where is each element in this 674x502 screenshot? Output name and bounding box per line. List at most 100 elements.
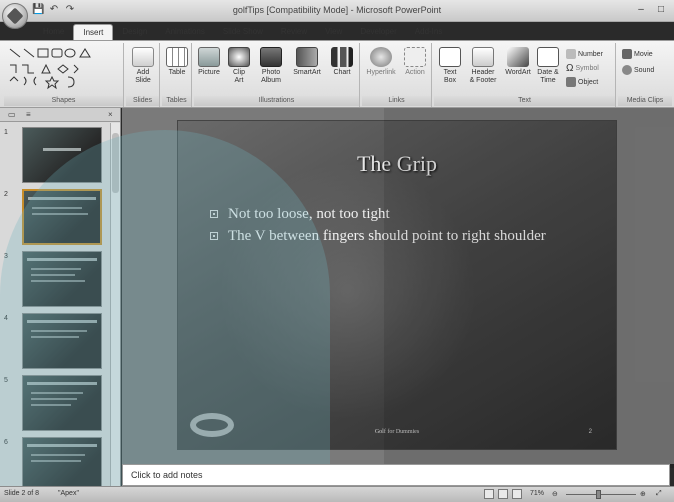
clip-art-button[interactable]: Clip Art bbox=[226, 47, 252, 85]
title-bar: 💾 ↶ ↷ golfTips [Compatibility Mode] - Mi… bbox=[0, 0, 674, 22]
add-slide-button[interactable]: Add Slide bbox=[128, 47, 158, 85]
slide-number: 2 bbox=[588, 429, 592, 435]
slide-thumb[interactable]: 1 bbox=[0, 127, 115, 185]
normal-view-button[interactable] bbox=[484, 489, 494, 499]
fit-slide-icon[interactable]: ⤢ bbox=[656, 490, 662, 498]
group-text-label: Text bbox=[434, 96, 615, 106]
slide-sorter-view-button[interactable] bbox=[498, 489, 508, 499]
picture-button[interactable]: Picture bbox=[196, 47, 222, 77]
tab-animations[interactable]: Animations bbox=[156, 24, 214, 40]
slide-thumb-selected[interactable]: 2 bbox=[0, 189, 115, 247]
theme-name-text: "Apex" bbox=[58, 490, 79, 497]
clip-art-icon bbox=[228, 47, 250, 67]
group-tables-label: Tables bbox=[162, 96, 191, 106]
chart-button[interactable]: Chart bbox=[328, 47, 356, 77]
group-shapes: Shapes bbox=[4, 43, 124, 107]
symbol-button[interactable]: Ω Symbol bbox=[566, 63, 599, 74]
tab-home[interactable]: Home bbox=[34, 24, 73, 40]
sound-icon bbox=[622, 65, 632, 75]
date-time-button[interactable]: Date & Time bbox=[534, 47, 562, 85]
slide-thumb[interactable]: 5 bbox=[0, 375, 115, 433]
tab-view[interactable]: View bbox=[316, 24, 351, 40]
window-controls: – □ bbox=[632, 3, 670, 17]
slide-position-text: Slide 2 of 8 bbox=[4, 490, 40, 497]
movie-button[interactable]: Movie bbox=[622, 49, 653, 59]
zoom-slider[interactable] bbox=[566, 490, 636, 499]
slides-pane-scrollbar[interactable] bbox=[110, 123, 120, 486]
group-media-clips: Movie Sound Media Clips bbox=[618, 43, 672, 107]
slides-pane-tabs: ▭ ≡ × bbox=[0, 108, 120, 122]
slide-show-view-button[interactable] bbox=[512, 489, 522, 499]
slides-tab-icon[interactable]: ▭ bbox=[8, 110, 16, 119]
bullet-icon bbox=[210, 232, 218, 240]
slide-thumbnails: 1 2 3 4 5 6 bbox=[0, 123, 121, 486]
photo-album-button[interactable]: Photo Album bbox=[256, 47, 286, 85]
bullet-icon bbox=[210, 210, 218, 218]
zoom-out-icon[interactable]: ⊖ bbox=[552, 490, 558, 498]
slide-footer: Golf for Dummies bbox=[374, 429, 420, 435]
omega-icon: Ω bbox=[566, 63, 574, 74]
object-button[interactable]: Object bbox=[566, 77, 598, 87]
ribbon: Shapes Add Slide Slides Table Tables Pic… bbox=[0, 40, 674, 108]
group-links-label: Links bbox=[362, 96, 431, 106]
office-button[interactable] bbox=[2, 3, 28, 29]
action-icon bbox=[404, 47, 426, 67]
add-slide-icon bbox=[132, 47, 154, 67]
sound-button[interactable]: Sound bbox=[622, 65, 654, 75]
slide-bullets[interactable]: Not too loose, not too tight The V betwe… bbox=[208, 205, 598, 249]
wordart-button[interactable]: WordArt bbox=[502, 47, 534, 77]
tab-add-ins[interactable]: Add-Ins bbox=[406, 24, 452, 40]
hyperlink-icon bbox=[370, 47, 392, 67]
table-button[interactable]: Table bbox=[164, 47, 190, 77]
outline-tab-icon[interactable]: ≡ bbox=[26, 110, 31, 119]
tab-insert[interactable]: Insert bbox=[73, 24, 114, 40]
action-button[interactable]: Action bbox=[400, 47, 430, 77]
slide-thumb[interactable]: 3 bbox=[0, 251, 115, 309]
zoom-in-icon[interactable]: ⊕ bbox=[640, 490, 646, 498]
hyperlink-button[interactable]: Hyperlink bbox=[364, 47, 398, 77]
notes-pane[interactable]: Click to add notes bbox=[122, 464, 670, 486]
group-tables: Table Tables bbox=[162, 43, 192, 107]
bullet-item: The V between fingers should point to ri… bbox=[208, 227, 598, 245]
status-bar: Slide 2 of 8 "Apex" 71% ⊖ ⊕ ⤢ bbox=[0, 486, 674, 502]
ribbon-tabs: Home Insert Design Animations Slide Show… bbox=[34, 24, 451, 40]
group-illustrations: Picture Clip Art Photo Album SmartArt Ch… bbox=[194, 43, 360, 107]
number-icon bbox=[566, 49, 576, 59]
bullet-item: Not too loose, not too tight bbox=[208, 205, 598, 223]
slide-thumb[interactable]: 4 bbox=[0, 313, 115, 371]
tab-slide-show[interactable]: Slide Show bbox=[214, 24, 272, 40]
close-pane-icon[interactable]: × bbox=[108, 110, 113, 119]
tab-developer[interactable]: Developer bbox=[351, 24, 405, 40]
tab-design[interactable]: Design bbox=[113, 24, 156, 40]
calendar-icon bbox=[537, 47, 559, 67]
group-illustrations-label: Illustrations bbox=[194, 96, 359, 106]
object-icon bbox=[566, 77, 576, 87]
number-button[interactable]: Number bbox=[566, 49, 603, 59]
group-shapes-label: Shapes bbox=[4, 96, 123, 106]
slides-pane: ▭ ≡ × 1 2 3 4 5 6 bbox=[0, 108, 121, 486]
slide-title[interactable]: The Grip bbox=[178, 151, 616, 177]
shapes-gallery-icon[interactable] bbox=[8, 47, 120, 93]
group-media-label: Media Clips bbox=[618, 96, 672, 106]
window-title: golfTips [Compatibility Mode] - Microsof… bbox=[232, 5, 442, 15]
smartart-button[interactable]: SmartArt bbox=[290, 47, 324, 77]
slide-thumb[interactable]: 6 bbox=[0, 437, 115, 486]
text-box-button[interactable]: Text Box bbox=[436, 47, 464, 85]
group-slides-label: Slides bbox=[126, 96, 159, 106]
group-slides: Add Slide Slides bbox=[126, 43, 160, 107]
header-footer-button[interactable]: Header & Footer bbox=[466, 47, 500, 85]
tab-review[interactable]: Review bbox=[272, 24, 316, 40]
notes-placeholder: Click to add notes bbox=[131, 470, 203, 480]
current-slide[interactable]: The Grip Not too loose, not too tight Th… bbox=[177, 120, 617, 450]
text-box-icon bbox=[439, 47, 461, 67]
maximize-icon[interactable]: □ bbox=[652, 3, 670, 17]
group-links: Hyperlink Action Links bbox=[362, 43, 432, 107]
chart-icon bbox=[331, 47, 353, 67]
picture-icon bbox=[198, 47, 220, 67]
slide-editing-area: The Grip Not too loose, not too tight Th… bbox=[122, 108, 674, 464]
zoom-level[interactable]: 71% bbox=[530, 490, 544, 497]
movie-icon bbox=[622, 49, 632, 59]
minimize-icon[interactable]: – bbox=[632, 3, 650, 17]
photo-album-icon bbox=[260, 47, 282, 67]
group-text: Text Box Header & Footer WordArt Date & … bbox=[434, 43, 616, 107]
